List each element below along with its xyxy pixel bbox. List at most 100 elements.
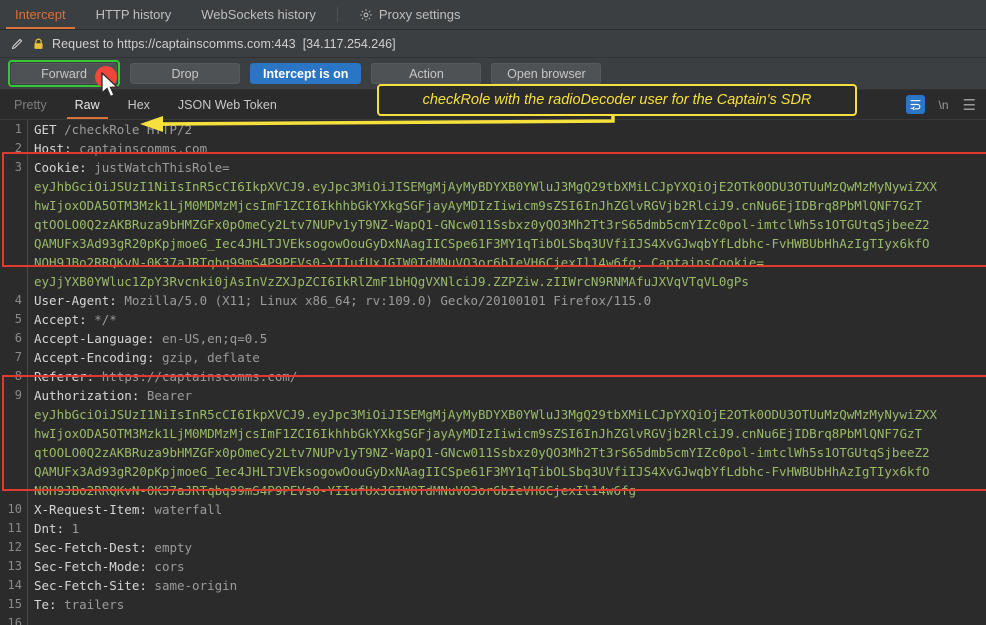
header-name: Accept-Encoding:: [34, 350, 155, 365]
tab-json-web-token[interactable]: JSON Web Token: [164, 90, 291, 119]
callout-annotation: checkRole with the radioDecoder user for…: [377, 84, 857, 116]
code-line: Dnt: 1: [28, 519, 79, 538]
drop-button[interactable]: Drop: [130, 63, 240, 84]
http-path: /checkRole HTTP/2: [56, 122, 193, 137]
code-row: QAMUFx3Ad93gR20pKpjmoeG_Iec4JHLTJVEksogo…: [0, 462, 986, 481]
intercept-toggle-button[interactable]: Intercept is on: [250, 63, 362, 84]
line-number: 9: [0, 386, 28, 405]
code-line: eyJhbGciOiJSUzI1NiIsInR5cCI6IkpXVCJ9.eyJ…: [28, 177, 937, 196]
code-line: Sec-Fetch-Dest: empty: [28, 538, 192, 557]
code-row: 13 Sec-Fetch-Mode: cors: [0, 557, 986, 576]
tab-hex[interactable]: Hex: [114, 90, 164, 119]
token-text: QAMUFx3Ad93gR20pKpjmoeG_Iec4JHLTJVEksogo…: [34, 464, 930, 479]
header-value: Bearer: [139, 388, 193, 403]
line-number: [0, 481, 28, 500]
code-line: eyJjYXB0YWluc1ZpY3Rvcnki0jAsInVzZXJpZCI6…: [28, 272, 749, 291]
code-line: QAMUFx3Ad93gR20pKpjmoeG_Iec4JHLTJVEksogo…: [28, 234, 930, 253]
line-number: [0, 443, 28, 462]
line-number: 13: [0, 557, 28, 576]
token-text: NOH9JBo2RRQKvN-0K37aJRTqbq99mS4P9PEVs0-Y…: [34, 255, 764, 270]
code-line: qtOOLO0Q2zAKBRuza9bHMZGFx0pOmeCy2Ltv7NUP…: [28, 443, 930, 462]
header-value: 1: [64, 521, 80, 536]
tab-separator: [336, 7, 338, 22]
header-value: justWatchThisRole=: [86, 160, 230, 175]
header-value: Mozilla/5.0 (X11; Linux x86_64; rv:109.0…: [116, 293, 652, 308]
line-number: [0, 215, 28, 234]
action-button[interactable]: Action: [371, 63, 482, 84]
tab-http-history[interactable]: HTTP history: [81, 0, 187, 29]
header-name: Sec-Fetch-Site:: [34, 578, 147, 593]
line-number: 1: [0, 120, 28, 139]
open-browser-button[interactable]: Open browser: [491, 63, 602, 84]
line-number: 12: [0, 538, 28, 557]
line-number: 11: [0, 519, 28, 538]
request-editor[interactable]: 1 GET /checkRole HTTP/2 2 Host: captainscom…: [0, 120, 986, 625]
request-ip-text: [34.117.254.246]: [302, 36, 396, 51]
line-number: 6: [0, 329, 28, 348]
line-number: 3: [0, 158, 28, 177]
code-row: NOH9JBo2RRQKvN-0K37aJRTqbq99mS4P9PEVs0-Y…: [0, 253, 986, 272]
mouse-cursor: [101, 72, 119, 98]
tab-intercept-label: Intercept: [15, 7, 66, 22]
code-row: 5 Accept: */*: [0, 310, 986, 329]
line-number: 5: [0, 310, 28, 329]
line-number: 14: [0, 576, 28, 595]
header-value: empty: [146, 540, 193, 555]
code-line: hwIjoxODA5OTM3Mzk1LjM0MDMzMjcsImF1ZCI6Ik…: [28, 424, 922, 443]
code-line: Host: captainscomms.com: [28, 139, 207, 158]
header-name: Te:: [34, 597, 57, 612]
line-number: [0, 462, 28, 481]
header-name: Referer:: [34, 369, 95, 384]
tab-proxy-settings[interactable]: Proxy settings: [344, 0, 476, 29]
code-row: eyJjYXB0YWluc1ZpY3Rvcnki0jAsInVzZXJpZCI6…: [0, 272, 986, 291]
line-number: [0, 272, 28, 291]
token-text: eyJjYXB0YWluc1ZpY3Rvcnki0jAsInVzZXJpZCI6…: [34, 274, 749, 289]
header-value: https://captainscomms.com/: [94, 369, 298, 384]
line-number: [0, 253, 28, 272]
code-line: Referer: https://captainscomms.com/: [28, 367, 297, 386]
code-row: 14 Sec-Fetch-Site: same-origin: [0, 576, 986, 595]
code-line: qtOOLO0Q2zAKBRuza9bHMZGFx0pOmeCy2Ltv7NUP…: [28, 215, 930, 234]
tab-websockets-history[interactable]: WebSockets history: [186, 0, 331, 29]
code-line: NOH9JBo2RRQKvN-0K37aJRTqbq99mS4P9PEVs0-Y…: [28, 253, 764, 272]
request-code-rows: 1 GET /checkRole HTTP/2 2 Host: captainscom…: [0, 120, 986, 625]
code-line: NOH9JBo2RRQKvN-0K37aJRTqbq99mS4P9PEVs0-Y…: [28, 481, 636, 500]
tab-websockets-history-label: WebSockets history: [201, 7, 316, 22]
code-row: 2 Host: captainscomms.com: [0, 139, 986, 158]
token-text: hwIjoxODA5OTM3Mzk1LjM0MDMzMjcsImF1ZCI6Ik…: [34, 198, 923, 213]
header-value: waterfall: [146, 502, 223, 517]
code-row: NOH9JBo2RRQKvN-0K37aJRTqbq99mS4P9PEVs0-Y…: [0, 481, 986, 500]
header-value: */*: [86, 312, 117, 327]
code-line: Te: trailers: [28, 595, 124, 614]
gear-icon: [359, 8, 373, 22]
code-line: X-Request-Item: waterfall: [28, 500, 222, 519]
code-row: 10 X-Request-Item: waterfall: [0, 500, 986, 519]
code-row: qtOOLO0Q2zAKBRuza9bHMZGFx0pOmeCy2Ltv7NUP…: [0, 215, 986, 234]
token-text: qtOOLO0Q2zAKBRuza9bHMZGFx0pOmeCy2Ltv7NUP…: [34, 217, 930, 232]
tab-intercept[interactable]: Intercept: [0, 0, 81, 29]
code-line: Accept: */*: [28, 310, 117, 329]
code-line: Sec-Fetch-Mode: cors: [28, 557, 185, 576]
code-row: eyJhbGciOiJSUzI1NiIsInR5cCI6IkpXVCJ9.eyJ…: [0, 405, 986, 424]
line-number: 10: [0, 500, 28, 519]
code-row: 6 Accept-Language: en-US,en;q=0.5: [0, 329, 986, 348]
lock-icon: [32, 37, 45, 51]
code-row: hwIjoxODA5OTM3Mzk1LjM0MDMzMjcsImF1ZCI6Ik…: [0, 196, 986, 215]
code-line: Accept-Encoding: gzip, deflate: [28, 348, 260, 367]
line-number: 7: [0, 348, 28, 367]
code-row: 8 Referer: https://captainscomms.com/: [0, 367, 986, 386]
code-row: 9 Authorization: Bearer: [0, 386, 986, 405]
code-line: hwIjoxODA5OTM3Mzk1LjM0MDMzMjcsImF1ZCI6Ik…: [28, 196, 922, 215]
header-name: Accept-Language:: [34, 331, 155, 346]
menu-icon[interactable]: ☰: [963, 96, 976, 114]
header-value: same-origin: [146, 578, 238, 593]
header-value: trailers: [56, 597, 125, 612]
newline-icon[interactable]: \n: [939, 98, 949, 112]
code-line: Sec-Fetch-Site: same-origin: [28, 576, 237, 595]
code-row: 12 Sec-Fetch-Dest: empty: [0, 538, 986, 557]
header-name: Accept:: [34, 312, 87, 327]
tab-pretty[interactable]: Pretty: [0, 90, 61, 119]
token-text: NOH9JBo2RRQKvN-0K37aJRTqbq99mS4P9PEVs0-Y…: [34, 483, 637, 498]
word-wrap-icon[interactable]: [905, 95, 925, 114]
tab-raw-label: Raw: [74, 97, 100, 112]
